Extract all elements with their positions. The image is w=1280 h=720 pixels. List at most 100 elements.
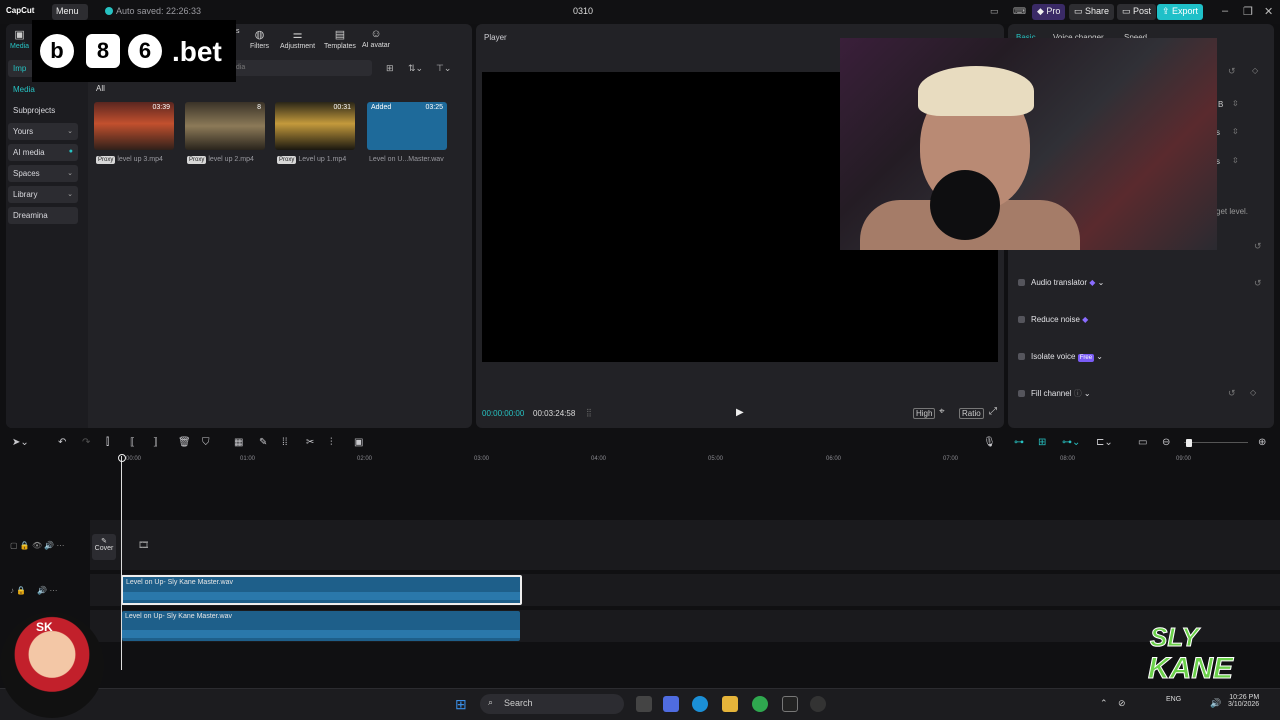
tab-ai-avatar[interactable]: ☺ AI avatar [362, 28, 390, 49]
checkbox[interactable] [1018, 316, 1025, 323]
grid-view-icon[interactable]: ⊞ [386, 63, 394, 74]
undo-icon[interactable]: ↶ [58, 437, 66, 448]
split-icon[interactable]: ⫿ [106, 437, 109, 448]
isolate-voice-row[interactable]: Isolate voice Free ⌄ [1018, 352, 1103, 362]
link-icon[interactable]: ⊶ [1014, 437, 1024, 448]
share-button[interactable]: ▭ Share [1069, 4, 1115, 20]
checkbox[interactable] [1018, 390, 1025, 397]
sidebar-item-yours[interactable]: Yours ⌄ [8, 123, 78, 140]
layout-icon[interactable]: ▭ [985, 4, 1004, 20]
reset-icon[interactable]: ↺ [1228, 66, 1236, 77]
filter-all-label[interactable]: All [96, 84, 105, 93]
reset-icon[interactable]: ↺ [1254, 241, 1262, 252]
playhead-handle[interactable] [118, 454, 126, 462]
sidebar-item-subprojects[interactable]: Subprojects [8, 102, 78, 119]
menu-button[interactable]: Menu ⌄ [52, 4, 88, 26]
redo-icon[interactable]: ↷ [82, 437, 90, 448]
sidebar-item-media[interactable]: Media [8, 81, 78, 98]
zoom-out-icon[interactable]: ⊖ [1162, 437, 1170, 448]
keyframe-icon[interactable]: ◇ [1252, 66, 1258, 75]
reset-icon[interactable]: ↺ [1254, 278, 1262, 289]
freeze-icon[interactable]: ▦ [234, 437, 243, 448]
fill-channel-row[interactable]: Fill channel ⓘ ⌄ [1018, 388, 1091, 399]
clock[interactable]: 10:26 PM 3/10/2026 [1228, 694, 1259, 708]
playhead[interactable] [121, 456, 122, 670]
beat-icon[interactable]: ⁞⁞ [282, 437, 288, 448]
tab-media[interactable]: ▣ Media [10, 28, 29, 50]
fullscreen-icon[interactable]: ⤢ [989, 406, 997, 417]
trim-left-icon[interactable]: ⟦ [130, 437, 135, 448]
timeline-ruler[interactable] [90, 452, 1280, 466]
ai-edit-icon[interactable]: ✎ [259, 437, 267, 448]
focus-icon[interactable]: ⌖ [939, 406, 945, 417]
stepper-icon[interactable]: ⇳ [1232, 99, 1239, 108]
audio-track-controls[interactable]: ♪ 🔒 🔊 ⋯ [10, 586, 57, 595]
post-button[interactable]: ▭ Post [1117, 4, 1157, 20]
taskbar-search[interactable]: ⌕ Search [480, 694, 624, 714]
export-button[interactable]: ⇪ Export [1157, 4, 1204, 20]
close-icon[interactable]: ✕ [1264, 5, 1273, 18]
audio-translator-row[interactable]: Audio translator ◆ ⌄ [1018, 278, 1104, 287]
reset-icon[interactable]: ↺ [1228, 388, 1236, 399]
auto-cut-icon[interactable]: ✂ [306, 437, 314, 448]
delete-icon[interactable]: 🗑 [178, 437, 191, 448]
language-indicator[interactable]: ENG [1166, 696, 1181, 703]
preview-axis-icon[interactable]: ⊶⌄ [1062, 437, 1080, 448]
checkbox[interactable] [1018, 353, 1025, 360]
file-explorer-icon[interactable] [722, 696, 738, 712]
sidebar-item-ai-media[interactable]: AI media ● [8, 144, 78, 161]
timecode-format-icon[interactable]: ⣿ [586, 408, 592, 417]
media-thumb-3[interactable]: 00:31 [275, 102, 355, 150]
reduce-noise-row[interactable]: Reduce noise ◆ [1018, 315, 1088, 324]
stepper-icon[interactable]: ⇳ [1232, 127, 1239, 136]
tab-templates[interactable]: ▤ Templates [324, 28, 356, 50]
media-thumb-2[interactable]: 8 [185, 102, 265, 150]
sort-icon[interactable]: ⇅⌄ [408, 63, 423, 74]
zoom-in-icon[interactable]: ⊕ [1258, 437, 1266, 448]
track-toggle-icon[interactable]: ▢ 🔒 👁 🔊 ⋯ [10, 541, 65, 550]
play-icon[interactable]: ▶ [736, 407, 744, 418]
capcut-taskbar-icon[interactable] [782, 696, 798, 712]
maximize-icon[interactable]: ❐ [1243, 5, 1253, 18]
select-tool-icon[interactable]: ➤⌄ [12, 437, 29, 448]
trim-right-icon[interactable]: ⟧ [153, 437, 158, 448]
edge-icon[interactable] [692, 696, 708, 712]
task-view-icon[interactable] [636, 696, 652, 712]
media-thumb-1[interactable]: 03:39 [94, 102, 174, 150]
zoom-slider-handle[interactable] [1186, 439, 1192, 447]
volume-icon[interactable]: 🔊 [1210, 698, 1221, 709]
tray-chevron-icon[interactable]: ⌃ [1100, 698, 1108, 709]
media-thumb-4[interactable]: Added 03:25 [367, 102, 447, 150]
windows-start-icon[interactable]: ⊞ [455, 696, 467, 713]
filter-icon[interactable]: ⊤⌄ [436, 63, 451, 74]
audio-split-icon[interactable]: ⫶ [330, 437, 333, 448]
sidebar-item-dreamina[interactable]: Dreamina [8, 207, 78, 224]
chat-app-icon[interactable] [752, 696, 768, 712]
tab-adjustment[interactable]: ⚌ Adjustment [280, 28, 315, 50]
sidebar-item-library[interactable]: Library ⌄ [8, 186, 78, 203]
quality-button[interactable]: High [913, 408, 936, 419]
pro-button[interactable]: ◆ Pro [1032, 4, 1066, 20]
cover-button[interactable]: ✎ Cover [92, 534, 116, 560]
keyframe-icon[interactable]: ◇ [1250, 388, 1256, 397]
zoom-slider[interactable] [1184, 442, 1248, 443]
tab-partial[interactable]: s [236, 28, 240, 35]
shortcut-icon[interactable]: ⌨ [1008, 4, 1031, 20]
checkbox[interactable] [1018, 279, 1025, 286]
audio-clip[interactable]: Level on Up- Sly Kane Master.wav [122, 611, 520, 641]
snap-icon[interactable]: ⊞ [1038, 437, 1046, 448]
tab-filters[interactable]: ◍ Filters [250, 28, 269, 50]
network-icon[interactable]: ⊘ [1118, 698, 1126, 709]
ripple-icon[interactable]: ⊏⌄ [1096, 437, 1113, 448]
caption-icon[interactable]: ▭ [1138, 437, 1147, 448]
stepper-icon[interactable]: ⇳ [1232, 156, 1239, 165]
ratio-button[interactable]: Ratio [959, 408, 984, 419]
microphone-icon[interactable]: 🎙 [983, 437, 996, 448]
copilot-icon[interactable] [663, 696, 679, 712]
obs-icon[interactable] [810, 696, 826, 712]
crop-icon[interactable]: ▣ [354, 437, 363, 448]
sidebar-item-spaces[interactable]: Spaces ⌄ [8, 165, 78, 182]
main-video-track[interactable] [90, 520, 1280, 570]
media-search-input[interactable]: edia [222, 60, 372, 76]
shield-icon[interactable]: ⛉ [202, 437, 210, 448]
